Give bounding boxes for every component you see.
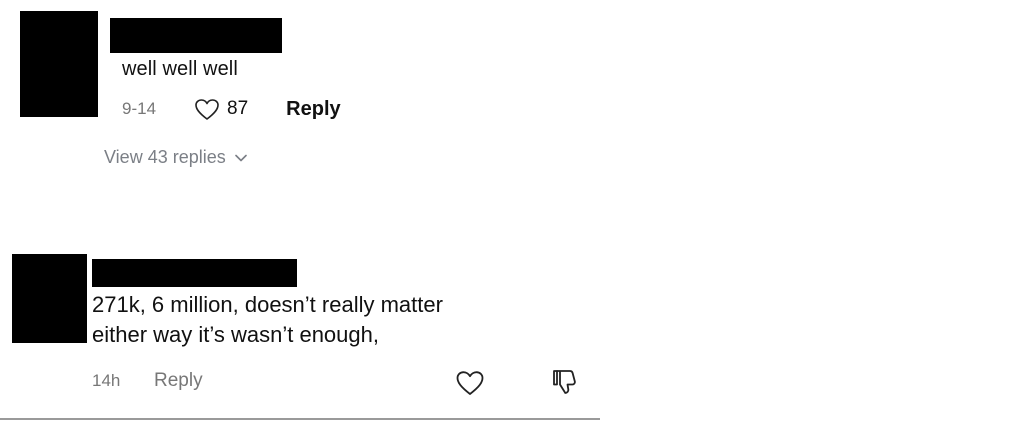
comment-text: well well well [122, 58, 238, 80]
comment-text-line: either way it’s wasn’t enough, [92, 322, 379, 347]
reply-button[interactable]: Reply [154, 370, 203, 392]
redacted-username[interactable] [110, 18, 282, 53]
divider [0, 418, 600, 420]
comment-date: 9-14 [122, 99, 157, 118]
redacted-avatar[interactable] [20, 11, 98, 117]
heart-outline-icon[interactable] [455, 370, 485, 396]
comment-meta: 9-14 87 Reply [122, 97, 341, 121]
comment-text: 271k, 6 million, doesn’t really matter e… [92, 290, 562, 350]
view-replies-label: View 43 replies [104, 147, 226, 167]
comment-time: 14h [92, 371, 121, 390]
view-replies-button[interactable]: View 43 replies [104, 147, 247, 168]
comment-text-line: 271k, 6 million, doesn’t really matter [92, 292, 443, 317]
like-button[interactable]: 87 [194, 98, 248, 121]
thumbs-down-icon[interactable] [551, 368, 579, 396]
redacted-username[interactable] [92, 259, 297, 287]
like-count: 87 [227, 98, 249, 119]
reply-button[interactable]: Reply [286, 98, 340, 121]
heart-outline-icon [195, 98, 219, 120]
chevron-down-icon [234, 154, 247, 161]
redacted-avatar[interactable] [12, 254, 87, 343]
